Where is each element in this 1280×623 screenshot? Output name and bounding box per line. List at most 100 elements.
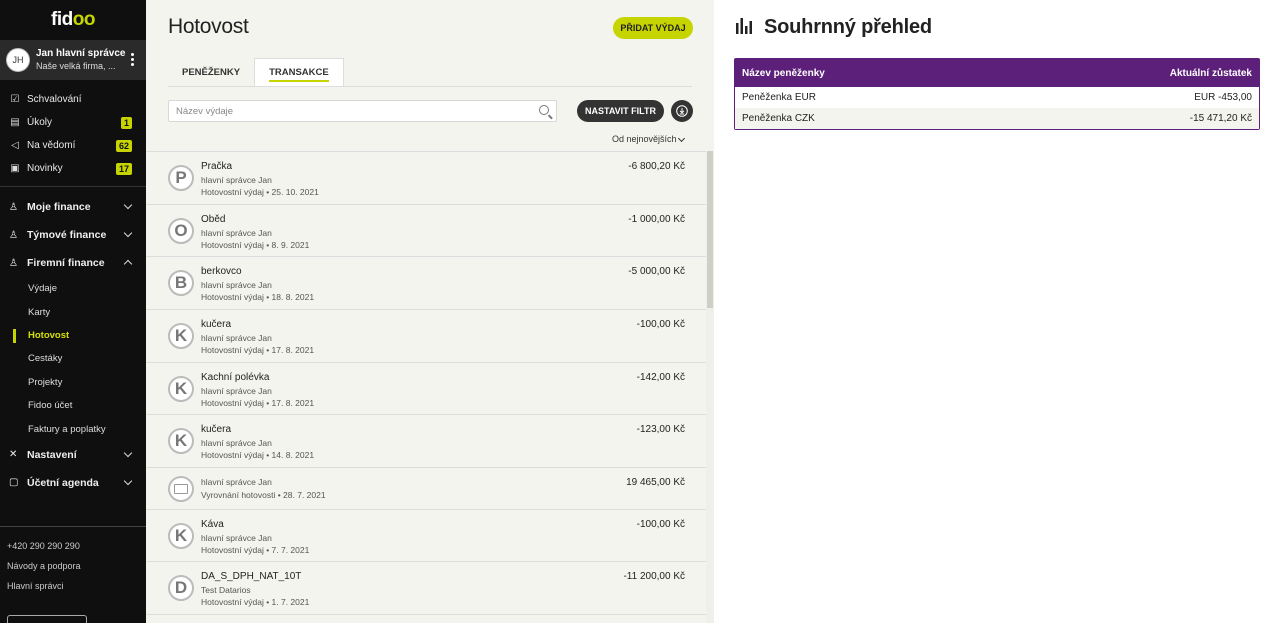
sidebar-item-projekty[interactable]: Projekty (0, 371, 146, 394)
user-card[interactable]: JH Jan hlavní správce Naše velká firma, … (0, 40, 146, 80)
transaction-avatar: K (168, 428, 194, 455)
transaction-user: hlavní správce Jan (201, 532, 272, 543)
accounting-icon: ▢ (9, 477, 19, 489)
chevron-down-icon[interactable] (677, 134, 686, 143)
sidebar-section-tymove-finance[interactable]: ♙ Týmové finance (0, 221, 146, 249)
news-icon: ▣ (10, 163, 20, 174)
transaction-user: hlavní správce Jan (201, 385, 272, 396)
transaction-meta: Hotovostní výdaj • 1. 7. 2021 (201, 597, 310, 608)
list-item[interactable]: B berkovco hlavní správce Jan Hotovostní… (146, 257, 706, 311)
sidebar-section-nastaveni[interactable]: ✕ Nastavení (0, 441, 146, 469)
transaction-meta: Hotovostní výdaj • 17. 8. 2021 (201, 397, 315, 408)
page-title: Hotovost (168, 15, 249, 38)
transaction-meta: Hotovostní výdaj • 17. 8. 2021 (201, 345, 315, 356)
summary-panel: Souhrnný přehled Název peněženky Aktuáln… (714, 0, 1280, 623)
sidebar-section-firemni-finance[interactable]: ♙ Firemní finance (0, 249, 146, 277)
scrollbar-thumb[interactable] (707, 151, 713, 308)
transaction-avatar: D (168, 575, 194, 602)
chevron-down-icon (123, 228, 133, 238)
list-item[interactable]: K Káva hlavní správce Jan Hotovostní výd… (146, 509, 706, 563)
wallet-name: Peněženka EUR (742, 92, 816, 103)
list-item[interactable]: K kučera hlavní správce Jan Hotovostní v… (146, 415, 706, 469)
table-row[interactable]: Peněženka EUR EUR -453,00 (735, 87, 1259, 108)
search-input[interactable] (169, 101, 556, 122)
sidebar-item-vydaje[interactable]: Výdaje (0, 277, 146, 300)
transaction-name: Pračka (201, 161, 233, 172)
transaction-user: hlavní správce Jan (201, 280, 272, 291)
search-box (168, 100, 557, 122)
divider (0, 186, 146, 187)
cash-icon (168, 476, 194, 503)
scrollbar[interactable] (706, 151, 714, 623)
transaction-user: hlavní správce Jan (201, 477, 272, 488)
more-options-icon[interactable] (131, 53, 135, 68)
wallet-name: Peněženka CZK (742, 113, 815, 124)
sidebar-item-faktury[interactable]: Faktury a poplatky (0, 417, 146, 440)
transaction-meta: Vyrovnání hotovosti • 28. 7. 2021 (201, 490, 326, 501)
wallet-table: Název peněženky Aktuální zůstatek Peněže… (734, 58, 1260, 130)
tab-penezenky[interactable]: PENĚŽENKY (168, 58, 254, 87)
list-item[interactable]: K Kachní polévka hlavní správce Jan Hoto… (146, 362, 706, 416)
transaction-name: Kachní polévka (201, 371, 270, 383)
phone-link[interactable]: +420 290 290 290 (0, 541, 146, 561)
check-icon: ☑ (10, 94, 20, 105)
transaction-user: hlavní správce Jan (201, 438, 272, 449)
sidebar-footer: +420 290 290 290 Návody a podpora Hlavní… (0, 526, 146, 601)
sidebar: fid oo JH Jan hlavní správce Naše velká f… (0, 0, 146, 623)
download-icon (676, 105, 688, 117)
transaction-amount: -5 000,00 Kč (628, 266, 685, 278)
transaction-name: kučera (201, 319, 232, 331)
sort-dropdown[interactable]: Od nejnovějších (612, 134, 677, 144)
tabs: PENĚŽENKY TRANSAKCE (168, 58, 344, 87)
table-header: Název peněženky Aktuální zůstatek (735, 59, 1259, 87)
list-item[interactable]: P Pračka hlavní správce Jan Hotovostní v… (146, 152, 706, 205)
fidoo-logo[interactable]: fid oo (0, 0, 146, 40)
status-badge: 17 (115, 163, 132, 175)
sidebar-item-cestaky[interactable]: Cestáky (0, 347, 146, 370)
sidebar-item-na-vedomi[interactable]: ◁ Na vědomí 62 (0, 134, 146, 157)
sidebar-item-karty[interactable]: Karty (0, 300, 146, 323)
transaction-meta: Hotovostní výdaj • 25. 10. 2021 (201, 187, 319, 197)
add-expense-button[interactable]: PŘIDAT VÝDAJ (613, 17, 693, 39)
transaction-user: hlavní správce Jan (201, 333, 272, 344)
transaction-amount: 19 465,00 Kč (626, 477, 685, 489)
nav-top: ☑ Schvalování ▤ Úkoly 1 ◁ Na vědomí 62 ▣… (0, 80, 146, 180)
transaction-amount: -6 800,20 Kč (628, 161, 685, 172)
transaction-avatar: K (168, 323, 194, 350)
sidebar-item-novinky[interactable]: ▣ Novinky 17 (0, 157, 146, 180)
table-row[interactable]: Peněženka CZK -15 471,20 Kč (735, 108, 1259, 129)
admins-link[interactable]: Hlavní správci (0, 581, 146, 601)
list-item[interactable]: D DA_S_DPH_NAT_10T Test Datarios Hotovos… (146, 562, 706, 616)
help-link[interactable]: Návody a podpora (0, 561, 146, 581)
list-item[interactable]: K kučera hlavní správce Jan Hotovostní v… (146, 310, 706, 363)
chevron-up-icon (123, 259, 133, 269)
sidebar-item-fidoo-ucet[interactable]: Fidoo účet (0, 394, 146, 417)
transaction-list: P Pračka hlavní správce Jan Hotovostní v… (146, 151, 706, 623)
transaction-meta: Hotovostní výdaj • 14. 8. 2021 (201, 450, 315, 461)
column-header-name: Název peněženky (742, 67, 825, 79)
transaction-avatar: P (168, 165, 194, 191)
sidebar-item-schvalovani[interactable]: ☑ Schvalování (0, 88, 146, 111)
download-button[interactable] (671, 100, 693, 122)
tab-transakce[interactable]: TRANSAKCE (254, 58, 344, 87)
transaction-name: Oběd (201, 213, 226, 225)
sidebar-section-moje-finance[interactable]: ♙ Moje finance (0, 193, 146, 221)
chevron-down-icon (123, 448, 133, 457)
divider (168, 86, 692, 87)
transaction-avatar: O (168, 217, 194, 244)
list-item[interactable]: hlavní správce Jan Vyrovnání hotovosti •… (146, 468, 706, 510)
sidebar-item-ukoly[interactable]: ▤ Úkoly 1 (0, 111, 146, 134)
set-filter-button[interactable]: NASTAVIT FILTR (577, 100, 664, 122)
transaction-avatar: K (168, 522, 194, 549)
sidebar-item-hotovost[interactable]: Hotovost (0, 324, 146, 347)
transaction-amount: -142,00 Kč (636, 371, 685, 383)
list-item[interactable]: O Oběd hlavní správce Jan Hotovostní výd… (146, 204, 706, 258)
search-icon[interactable] (539, 105, 549, 115)
clipboard-icon: ▤ (10, 117, 20, 128)
wallet-balance: -15 471,20 Kč (1189, 113, 1252, 124)
footer-button[interactable] (7, 615, 87, 623)
transaction-amount: -100,00 Kč (636, 518, 685, 530)
sidebar-section-ucetni-agenda[interactable]: ▢ Účetní agenda (0, 469, 146, 497)
bar-chart-icon (736, 18, 752, 34)
transaction-name: kučera (201, 424, 232, 436)
